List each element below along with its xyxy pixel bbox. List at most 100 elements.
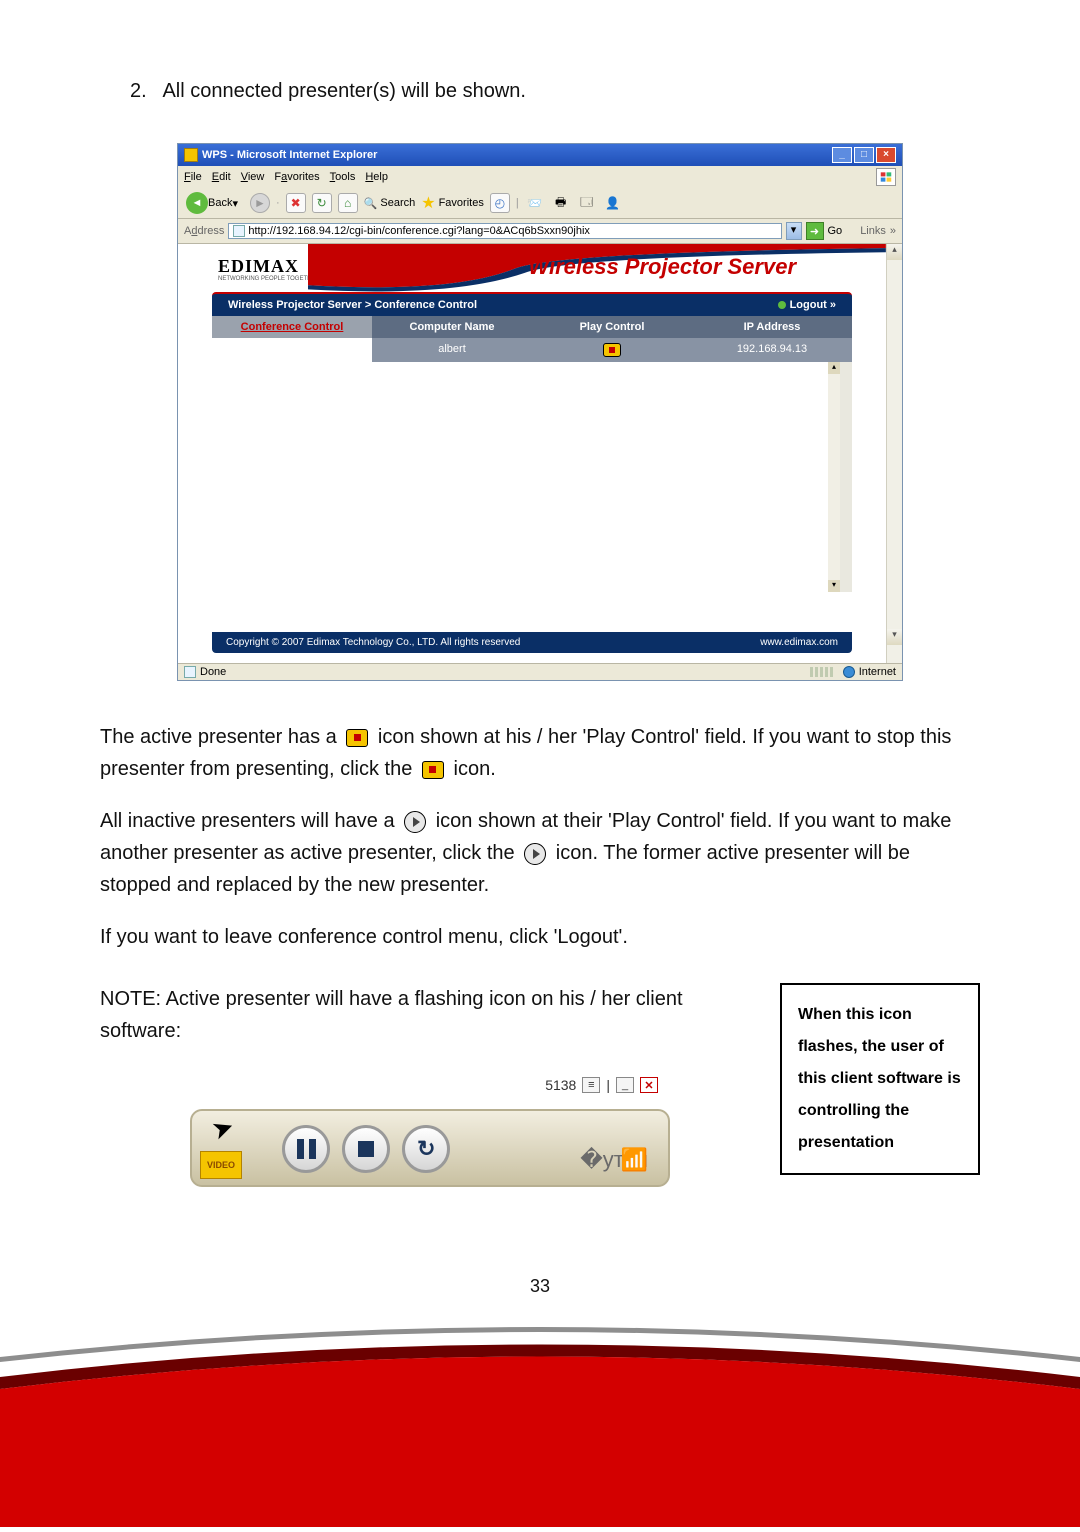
- refresh-button[interactable]: ↻: [312, 193, 332, 213]
- menu-tools[interactable]: Tools: [330, 171, 356, 183]
- menu-edit[interactable]: Edit: [212, 171, 231, 183]
- page-scroll-down-icon[interactable]: ▾: [887, 629, 902, 645]
- client-code: 5138: [545, 1077, 576, 1093]
- links-chevron-icon[interactable]: »: [890, 225, 896, 237]
- minimize-button[interactable]: _: [832, 147, 852, 163]
- note-row: NOTE: Active presenter will have a flash…: [100, 983, 980, 1187]
- star-icon: ★: [421, 193, 435, 213]
- pause-button[interactable]: [282, 1125, 330, 1173]
- ie-window: WPS - Microsoft Internet Explorer _ □ × …: [177, 143, 903, 681]
- video-badge[interactable]: VIDEO: [200, 1151, 242, 1179]
- links-label[interactable]: Links: [860, 225, 886, 237]
- wifi-icon2: 📶: [621, 1147, 648, 1173]
- globe-icon: [843, 666, 855, 678]
- sidebar-item-conference[interactable]: Conference Control: [212, 316, 372, 338]
- para-logout: If you want to leave conference control …: [100, 921, 980, 953]
- stop-presenter-icon-2: [422, 761, 444, 779]
- forward-button[interactable]: ►: [250, 193, 270, 213]
- ie-toolbar: ◄Back ▾ ► · ✖ ↻ ⌂ 🔍 Search ★ Favorites ◴…: [178, 188, 902, 219]
- menu-help[interactable]: Help: [365, 171, 388, 183]
- done-page-icon: [184, 666, 196, 678]
- go-label: Go: [828, 225, 843, 237]
- cell-ip: 192.168.94.13: [692, 338, 852, 362]
- address-label: Address: [184, 225, 224, 237]
- close-button[interactable]: ×: [876, 147, 896, 163]
- ie-app-icon: [184, 148, 198, 162]
- edimax-logo: EDIMAX: [218, 256, 299, 277]
- go-button[interactable]: ➜: [806, 222, 824, 240]
- ie-throbber-icon: [876, 168, 896, 186]
- logout-link[interactable]: Logout »: [778, 299, 836, 311]
- play-presenter-icon-2: [524, 843, 546, 865]
- ie-titlebar: WPS - Microsoft Internet Explorer _ □ ×: [178, 144, 902, 166]
- home-button[interactable]: ⌂: [338, 193, 358, 213]
- table-header: Computer Name Play Control IP Address: [372, 316, 852, 338]
- cell-name: albert: [372, 338, 532, 362]
- status-done: Done: [184, 666, 226, 678]
- wps-footer: Copyright © 2007 Edimax Technology Co., …: [212, 632, 852, 653]
- scroll-down-icon[interactable]: ▾: [828, 580, 840, 592]
- progress-ticks: [810, 667, 833, 677]
- search-icon: 🔍: [364, 197, 378, 210]
- stop-button-client[interactable]: [342, 1125, 390, 1173]
- cell-play: [532, 338, 692, 362]
- toolbar-sep2: |: [516, 197, 519, 209]
- breadcrumb-text: Wireless Projector Server > Conference C…: [228, 299, 477, 311]
- menu-view[interactable]: View: [241, 171, 265, 183]
- page-scroll-up-icon[interactable]: ▴: [887, 244, 902, 260]
- refresh-button-client[interactable]: ↺: [402, 1125, 450, 1173]
- search-button[interactable]: 🔍 Search: [364, 197, 416, 210]
- window-title: WPS - Microsoft Internet Explorer: [202, 149, 377, 161]
- edit-button[interactable]: 🗔: [577, 193, 597, 213]
- stop-button[interactable]: ✖: [286, 193, 306, 213]
- url-text: http://192.168.94.12/cgi-bin/conference.…: [248, 225, 590, 237]
- conference-panel: Conference Control Computer Name Play Co…: [212, 316, 852, 592]
- toolbar-sep: ·: [276, 197, 280, 209]
- table-empty-area: ▴ ▾: [372, 362, 852, 592]
- ie-statusbar: Done Internet: [178, 663, 902, 680]
- callout-box: When this icon flashes, the user of this…: [780, 983, 980, 1175]
- ie-viewport: EDIMAX NETWORKING PEOPLE TOGETHER Wirele…: [178, 244, 902, 663]
- inner-scrollbar[interactable]: ▴ ▾: [828, 362, 840, 592]
- messenger-button[interactable]: 👤: [603, 193, 623, 213]
- client-software-bar: 5138 ≡ | _ ✕ ➤ ↺ VIDEO �утен 📶: [190, 1077, 670, 1187]
- ie-menubar: FFileile Edit View Favorites Tools Help: [178, 166, 902, 188]
- print-button[interactable]: 🖶: [551, 193, 571, 213]
- ie-addressbar: Address http://192.168.94.12/cgi-bin/con…: [178, 219, 902, 244]
- back-button[interactable]: ◄Back ▾: [184, 192, 244, 214]
- mail-button[interactable]: 📨: [525, 193, 545, 213]
- note-text: NOTE: Active presenter will have a flash…: [100, 983, 760, 1047]
- history-button[interactable]: ◴: [490, 193, 510, 213]
- client-sep: |: [606, 1077, 610, 1093]
- menu-file[interactable]: FFileile: [184, 171, 202, 183]
- page-number: 33: [0, 1276, 1080, 1297]
- security-zone: Internet: [843, 666, 896, 678]
- page-scrollbar[interactable]: ▴ ▾: [886, 244, 902, 663]
- copyright: Copyright © 2007 Edimax Technology Co., …: [226, 637, 520, 648]
- maximize-button[interactable]: □: [854, 147, 874, 163]
- footer-band: [0, 1297, 1080, 1527]
- footer-site[interactable]: www.edimax.com: [760, 637, 838, 648]
- wps-header: EDIMAX NETWORKING PEOPLE TOGETHER Wirele…: [178, 244, 886, 292]
- favorites-button[interactable]: ★ Favorites: [421, 193, 484, 213]
- menu-favorites[interactable]: Favorites: [274, 171, 319, 183]
- client-top-strip: 5138 ≡ | _ ✕: [545, 1077, 658, 1093]
- intro-line: 2. All connected presenter(s) will be sh…: [130, 80, 980, 103]
- address-input[interactable]: http://192.168.94.12/cgi-bin/conference.…: [228, 223, 781, 239]
- edimax-tagline: NETWORKING PEOPLE TOGETHER: [218, 276, 320, 282]
- client-minimize-icon[interactable]: _: [616, 1077, 634, 1093]
- client-close-icon[interactable]: ✕: [640, 1077, 658, 1093]
- scroll-up-icon[interactable]: ▴: [828, 362, 840, 374]
- intro-text: All connected presenter(s) will be shown…: [162, 80, 526, 102]
- col-play-control: Play Control: [532, 316, 692, 338]
- address-dropdown[interactable]: ▾: [786, 222, 802, 240]
- table-row: albert 192.168.94.13: [372, 338, 852, 362]
- para-inactive: All inactive presenters will have a icon…: [100, 805, 980, 901]
- play-presenter-icon: [404, 811, 426, 833]
- wps-title: Wireless Projector Server: [528, 254, 796, 280]
- cursor-icon: ➤: [207, 1110, 238, 1147]
- client-list-icon[interactable]: ≡: [582, 1077, 600, 1093]
- logout-dot-icon: [778, 301, 786, 309]
- stop-presenter-icon: [346, 729, 368, 747]
- active-presenter-icon[interactable]: [603, 343, 621, 357]
